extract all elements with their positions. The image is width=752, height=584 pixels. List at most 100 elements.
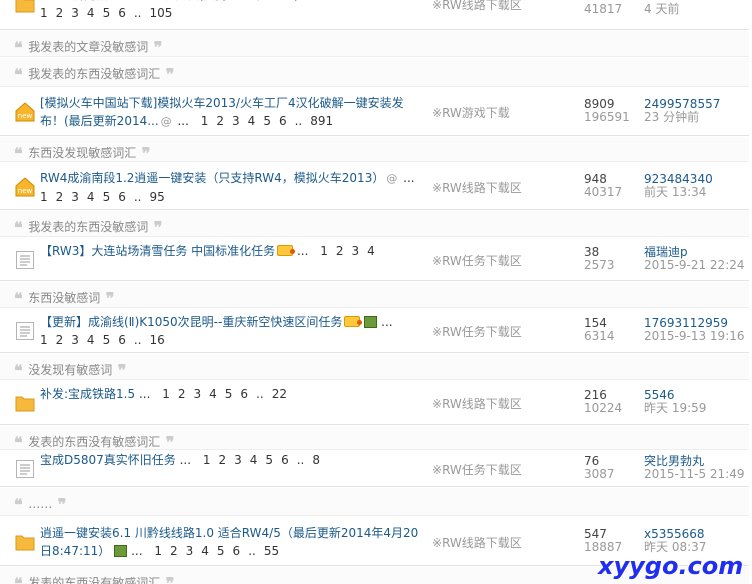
forum-prefix: ※ xyxy=(432,0,443,12)
last-post-user[interactable]: 923484340 xyxy=(644,172,713,186)
page-separator: .. xyxy=(294,114,303,128)
page-link[interactable]: 2 xyxy=(178,387,186,401)
last-post-user[interactable]: 福瑞迪p xyxy=(644,245,745,259)
forum-link[interactable]: ※RW线路下载区 xyxy=(432,179,522,196)
thread-row: 【更新】成渝线(Ⅱ)K1050次昆明--重庆新空快速区间任务 ... 12345… xyxy=(0,309,749,353)
forum-link[interactable]: ※RW线路下载区 xyxy=(432,395,522,412)
forum-link[interactable]: ※RW线路下载区 xyxy=(432,0,522,13)
page-link[interactable]: 3 xyxy=(71,190,79,204)
page-link[interactable]: 3 xyxy=(71,6,79,20)
page-link[interactable]: 2 xyxy=(216,114,224,128)
last-post: 福瑞迪p 2015-9-21 22:24 xyxy=(644,245,745,272)
thread-title-link[interactable]: 补发:宝成铁路1.5 xyxy=(40,387,135,401)
last-page-link[interactable]: 891 xyxy=(310,114,333,128)
last-post-time[interactable]: 2015-9-13 19:16 xyxy=(644,330,745,343)
thread-title-link[interactable]: RW4成渝南段1.2逍遥一键安装（只支持RW4，模拟火车2013） xyxy=(40,171,384,185)
page-link[interactable]: 3 xyxy=(232,114,240,128)
last-post: x5355668 昨天 08:37 xyxy=(644,527,706,554)
page-link[interactable]: 2 xyxy=(219,453,227,467)
page-link[interactable]: 5 xyxy=(265,453,273,467)
page-link[interactable]: 2 xyxy=(170,544,178,558)
page-link[interactable]: 2 xyxy=(56,333,64,347)
last-page-link[interactable]: 8 xyxy=(312,453,320,467)
forum-link[interactable]: ※RW任务下载区 xyxy=(432,461,522,478)
last-page-link[interactable]: 95 xyxy=(149,190,164,204)
open-quote-icon: ❝ xyxy=(14,433,29,452)
thread-row: 宝成D5807真实怀旧任务 ... 1 2 3 4 5 6.. 8 ※RW任务下载区 76 308… xyxy=(0,451,749,487)
last-post-time[interactable]: 23 分钟前 xyxy=(644,111,720,124)
page-link[interactable]: 6 xyxy=(233,544,241,558)
page-link[interactable]: 5 xyxy=(217,544,225,558)
page-link[interactable]: 6 xyxy=(118,190,126,204)
thread-stats: 948 40317 xyxy=(584,172,622,199)
page-link[interactable]: 6 xyxy=(240,387,248,401)
forum-link[interactable]: ※RW线路下载区 xyxy=(432,534,522,551)
last-post: 923484340 前天 13:34 xyxy=(644,172,713,199)
quote-row: ❝ …… ❞ xyxy=(0,488,749,516)
last-page-link[interactable]: 105 xyxy=(149,6,172,20)
page-link[interactable]: 1 xyxy=(154,544,162,558)
attachment-icon: @ xyxy=(160,115,172,128)
last-post-time[interactable]: 4 天前 xyxy=(644,3,690,16)
page-link[interactable]: 5 xyxy=(103,190,111,204)
page-link[interactable]: 1 xyxy=(40,333,48,347)
page-link[interactable]: 5 xyxy=(225,387,233,401)
last-page-link[interactable]: 22 xyxy=(272,387,287,401)
last-post-time[interactable]: 前天 13:34 xyxy=(644,185,713,199)
page-link[interactable]: 6 xyxy=(118,6,126,20)
forum-prefix: ※ xyxy=(432,180,443,195)
thread-title-link[interactable]: 【RW3】大连站场清雪任务 中国标准化任务 xyxy=(40,244,275,258)
last-post-time[interactable]: 2015-11-5 21:49 xyxy=(644,468,745,481)
page-link[interactable]: 4 xyxy=(248,114,256,128)
page-link[interactable]: 3 xyxy=(234,453,242,467)
open-quote-icon: ❝ xyxy=(14,361,29,380)
page-link[interactable]: 3 xyxy=(186,544,194,558)
page-link[interactable]: 5 xyxy=(263,114,271,128)
thread-title-link[interactable]: 【更新】成渝线(Ⅱ)K1050次昆明--重庆新空快速区间任务 xyxy=(40,315,342,329)
page-link[interactable]: 4 xyxy=(209,387,217,401)
page-link[interactable]: 5 xyxy=(103,6,111,20)
page-link[interactable]: 1 xyxy=(320,244,328,258)
page-link[interactable]: 2 xyxy=(56,6,64,20)
page-link[interactable]: 6 xyxy=(118,333,126,347)
page-link[interactable]: 4 xyxy=(367,244,375,258)
last-post-time[interactable]: 2015-9-21 22:24 xyxy=(644,258,745,272)
last-page-link[interactable]: 55 xyxy=(264,544,279,558)
forum-link[interactable]: ※RW任务下载区 xyxy=(432,323,522,340)
page-link[interactable]: 5 xyxy=(103,333,111,347)
page-link[interactable]: 2 xyxy=(336,244,344,258)
page-links: ... 123456.. 105 xyxy=(40,0,322,20)
page-link[interactable]: 1 xyxy=(40,190,48,204)
last-page-link[interactable]: 16 xyxy=(149,333,164,347)
page-link[interactable]: 1 xyxy=(162,387,170,401)
page-link[interactable]: 4 xyxy=(87,6,95,20)
page-link[interactable]: 3 xyxy=(194,387,202,401)
page-link[interactable]: 1 xyxy=(203,453,211,467)
thread-title-cell: [模拟火车中国站下载]模拟火车2013/火车工厂4汉化破解一键安装发布！(最后更… xyxy=(40,94,420,131)
page-link[interactable]: 2 xyxy=(56,190,64,204)
forum-name: RW任务下载区 xyxy=(442,463,522,477)
view-count: 6314 xyxy=(584,329,615,343)
forum-link[interactable]: ※RW任务下载区 xyxy=(432,252,522,269)
page-links: ... 1234 xyxy=(293,244,383,258)
last-post-time[interactable]: 昨天 19:59 xyxy=(644,402,706,415)
page-link[interactable]: 6 xyxy=(281,453,289,467)
quote-text: 发表的东西没有敏感词汇 xyxy=(28,435,161,449)
page-link[interactable]: 1 xyxy=(40,6,48,20)
page-link[interactable]: 4 xyxy=(201,544,209,558)
open-quote-icon: ❝ xyxy=(14,144,29,163)
page-link[interactable]: 4 xyxy=(250,453,258,467)
page-link[interactable]: 1 xyxy=(201,114,209,128)
thread-title-link[interactable]: 宝成D5807真实怀旧任务 xyxy=(40,453,176,467)
page-link[interactable]: 3 xyxy=(71,333,79,347)
thread-title-link[interactable]: RW成渝南段1.2逍遥一键安装(支持RW4和RW3) xyxy=(40,0,299,2)
page-ellipsis: ... xyxy=(377,315,393,329)
page-link[interactable]: 4 xyxy=(87,190,95,204)
last-post-user[interactable]: x5355668 xyxy=(644,527,706,541)
close-quote-icon: ❞ xyxy=(160,65,175,84)
page-link[interactable]: 6 xyxy=(279,114,287,128)
page-link[interactable]: 4 xyxy=(87,333,95,347)
page-links: ... 1 2 3 4 5 6.. 8 xyxy=(176,453,328,467)
forum-link[interactable]: ※RW游戏下载 xyxy=(432,104,510,121)
page-link[interactable]: 3 xyxy=(352,244,360,258)
